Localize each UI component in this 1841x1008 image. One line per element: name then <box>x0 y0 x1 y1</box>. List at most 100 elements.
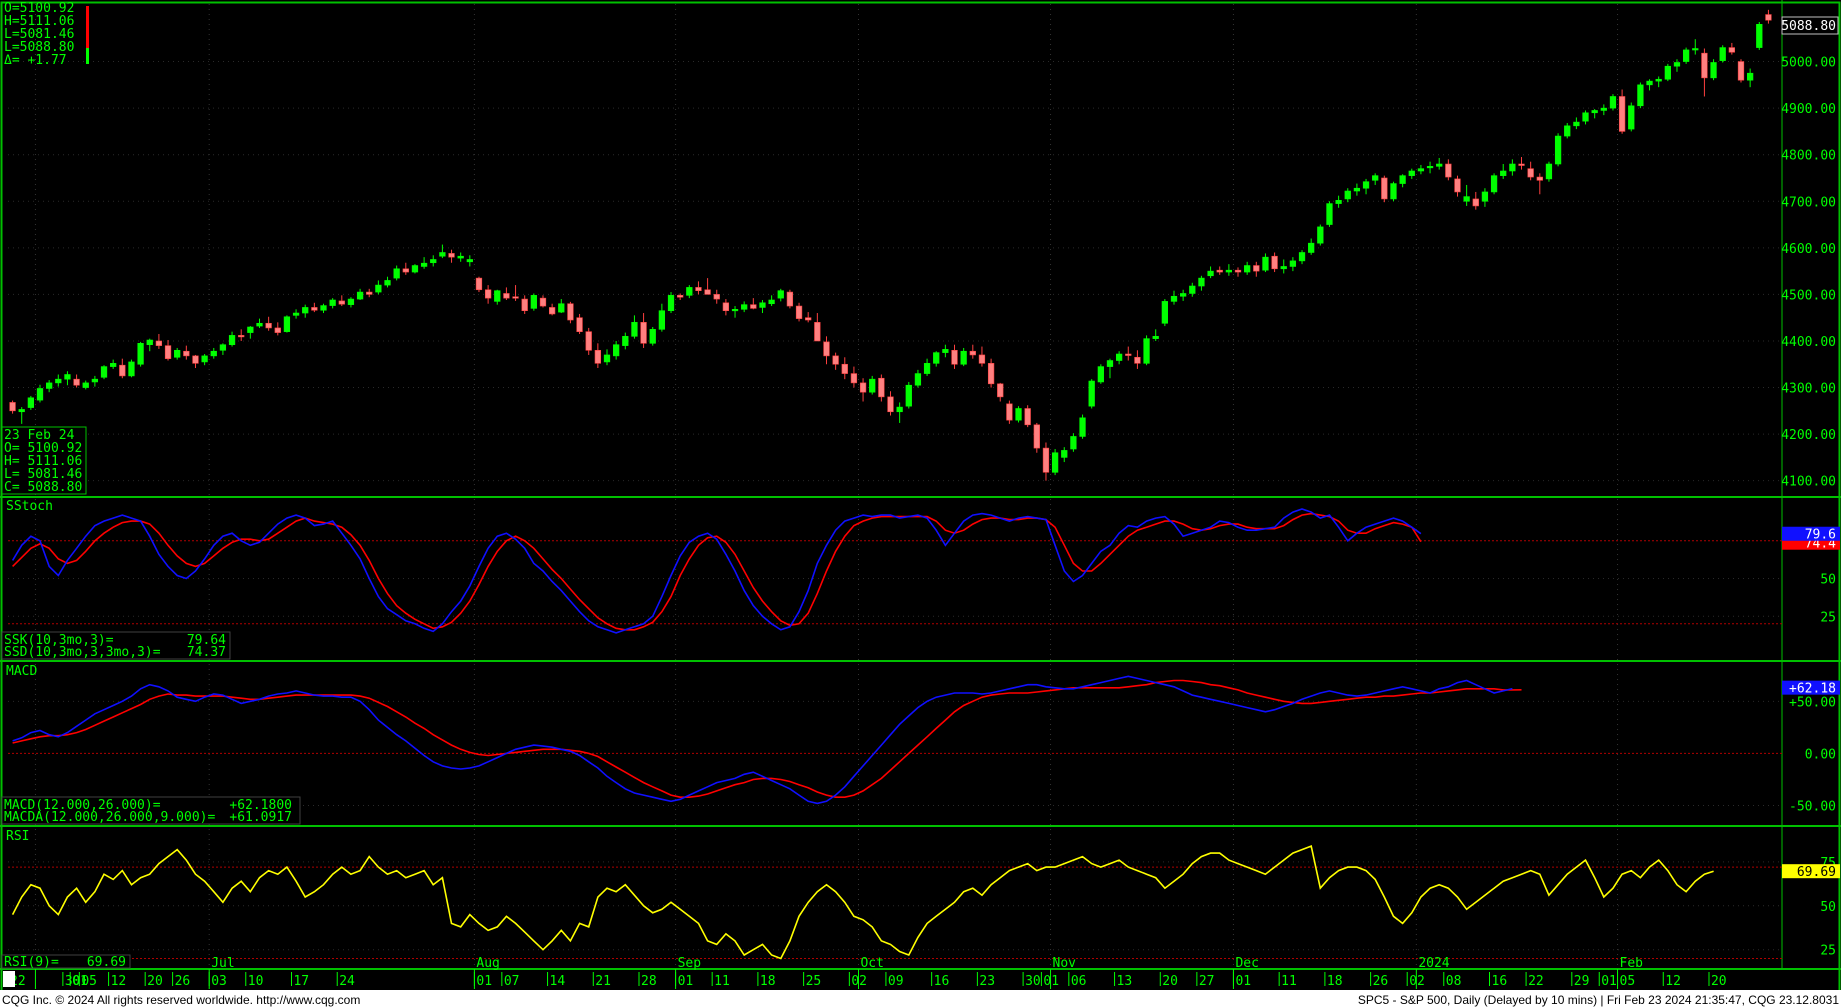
candle-body <box>850 373 858 384</box>
day-label: 01 <box>476 974 492 989</box>
candle-body <box>73 378 80 386</box>
price-tick-label: 4900.00 <box>1781 102 1836 117</box>
candle-body <box>713 294 720 300</box>
candle-body <box>1198 277 1205 287</box>
candle-body <box>384 280 391 286</box>
sstoch-legend: SSK(10,3mo,3)= 79.64 SSD(10,3mo,3,3mo,3)… <box>1 631 231 660</box>
candle-body <box>640 322 647 344</box>
candle-body <box>987 363 995 385</box>
candle-body <box>914 373 922 386</box>
candle-body <box>1106 360 1114 367</box>
candle-body <box>512 296 519 299</box>
candle-body <box>420 262 428 267</box>
macd-tick-label: 0.00 <box>1805 747 1836 762</box>
candle-body <box>622 336 629 346</box>
candle-body <box>1573 121 1580 127</box>
month-label: Oct <box>860 956 883 971</box>
price-tick-label: 4700.00 <box>1781 195 1836 210</box>
candle-body <box>695 287 702 291</box>
month-label: Feb <box>1620 956 1644 971</box>
candle-body <box>311 307 318 311</box>
candle-body <box>283 316 291 332</box>
last-price-tag: 5088.80 <box>1781 16 1839 35</box>
candle-body <box>1692 48 1699 51</box>
rsi-title: RSI <box>6 829 29 844</box>
day-label: 02 <box>851 974 867 989</box>
day-label: 01 <box>1601 974 1617 989</box>
scroll-handle[interactable] <box>3 971 15 987</box>
candle-body <box>448 253 455 258</box>
candle-body <box>366 291 373 295</box>
candle-body <box>521 298 528 312</box>
candle-body <box>585 331 592 351</box>
candle-body <box>46 382 53 389</box>
day-label: 12 <box>1665 974 1681 989</box>
day-label: 01 <box>1043 974 1059 989</box>
day-label: 09 <box>888 974 904 989</box>
candle-body <box>1125 353 1132 356</box>
candle-body <box>411 265 419 273</box>
candle-body <box>1289 260 1297 267</box>
candle-body <box>503 293 510 299</box>
candle-body <box>274 327 281 333</box>
footer-instrument-info: SPC5 - S&P 500, Daily (Delayed by 10 min… <box>1358 993 1839 1007</box>
candle-body <box>466 259 473 263</box>
candle-body <box>677 295 684 298</box>
candle-body <box>174 349 181 358</box>
candle-body <box>1500 170 1507 176</box>
candle-body <box>155 340 163 346</box>
candle-body <box>393 268 400 279</box>
candle-body <box>302 307 309 314</box>
day-label: 27 <box>1199 974 1215 989</box>
candle-body <box>1463 196 1470 202</box>
day-label: 11 <box>1281 974 1297 989</box>
candle-body <box>923 363 931 374</box>
candle-body <box>1362 181 1370 189</box>
macd-tick-label: +50.00 <box>1789 695 1836 710</box>
macd-signal-line <box>12 679 1522 799</box>
candle-body <box>1756 23 1763 48</box>
day-label: 01 <box>678 974 694 989</box>
candle-body <box>1189 285 1196 294</box>
month-label: Dec <box>1235 956 1258 971</box>
day-label: 13 <box>1117 974 1133 989</box>
day-label: 26 <box>175 974 191 989</box>
candle-body <box>667 295 675 312</box>
day-label: 06 <box>1071 974 1087 989</box>
ssk-axis-value: 79.6 <box>1805 528 1836 543</box>
candle-body <box>731 309 739 312</box>
candle-body <box>1015 408 1022 421</box>
candle-body <box>1591 110 1598 114</box>
day-label: 28 <box>641 974 657 989</box>
candle-body <box>292 312 300 316</box>
day-label: 18 <box>1327 974 1343 989</box>
candle-body <box>887 396 894 413</box>
rsi-tick-label: 50 <box>1820 900 1836 915</box>
candle-body <box>1372 175 1379 181</box>
candle-body <box>320 305 327 311</box>
candle-body <box>1509 163 1516 172</box>
candle-body <box>64 374 71 380</box>
day-label: 23 <box>979 974 995 989</box>
candles <box>9 9 1772 481</box>
candle-body <box>859 382 867 393</box>
candle-body <box>1115 353 1123 361</box>
candle-body <box>548 307 556 315</box>
candle-body <box>1737 61 1745 81</box>
day-label: 21 <box>595 974 611 989</box>
last-price-label: 5088.80 <box>1781 19 1836 34</box>
candle-body <box>1033 424 1040 449</box>
candle-body <box>768 299 775 305</box>
candle-body <box>1308 242 1315 253</box>
candle-body <box>329 299 336 306</box>
candle-body <box>631 322 638 337</box>
candle-body <box>265 322 272 329</box>
candle-body <box>1664 65 1671 80</box>
date-box: 23 Feb 24 O= 5100.92 H= 5111.06 L= 5081.… <box>1 426 87 495</box>
date-axis: nJulAugSepOctNovDec2024Feb22300105122026… <box>7 956 1727 989</box>
macd-title: MACD <box>6 664 37 679</box>
candle-body <box>539 297 547 307</box>
day-label: 08 <box>1446 974 1462 989</box>
candle-body <box>823 341 830 357</box>
day-label: 11 <box>714 974 730 989</box>
